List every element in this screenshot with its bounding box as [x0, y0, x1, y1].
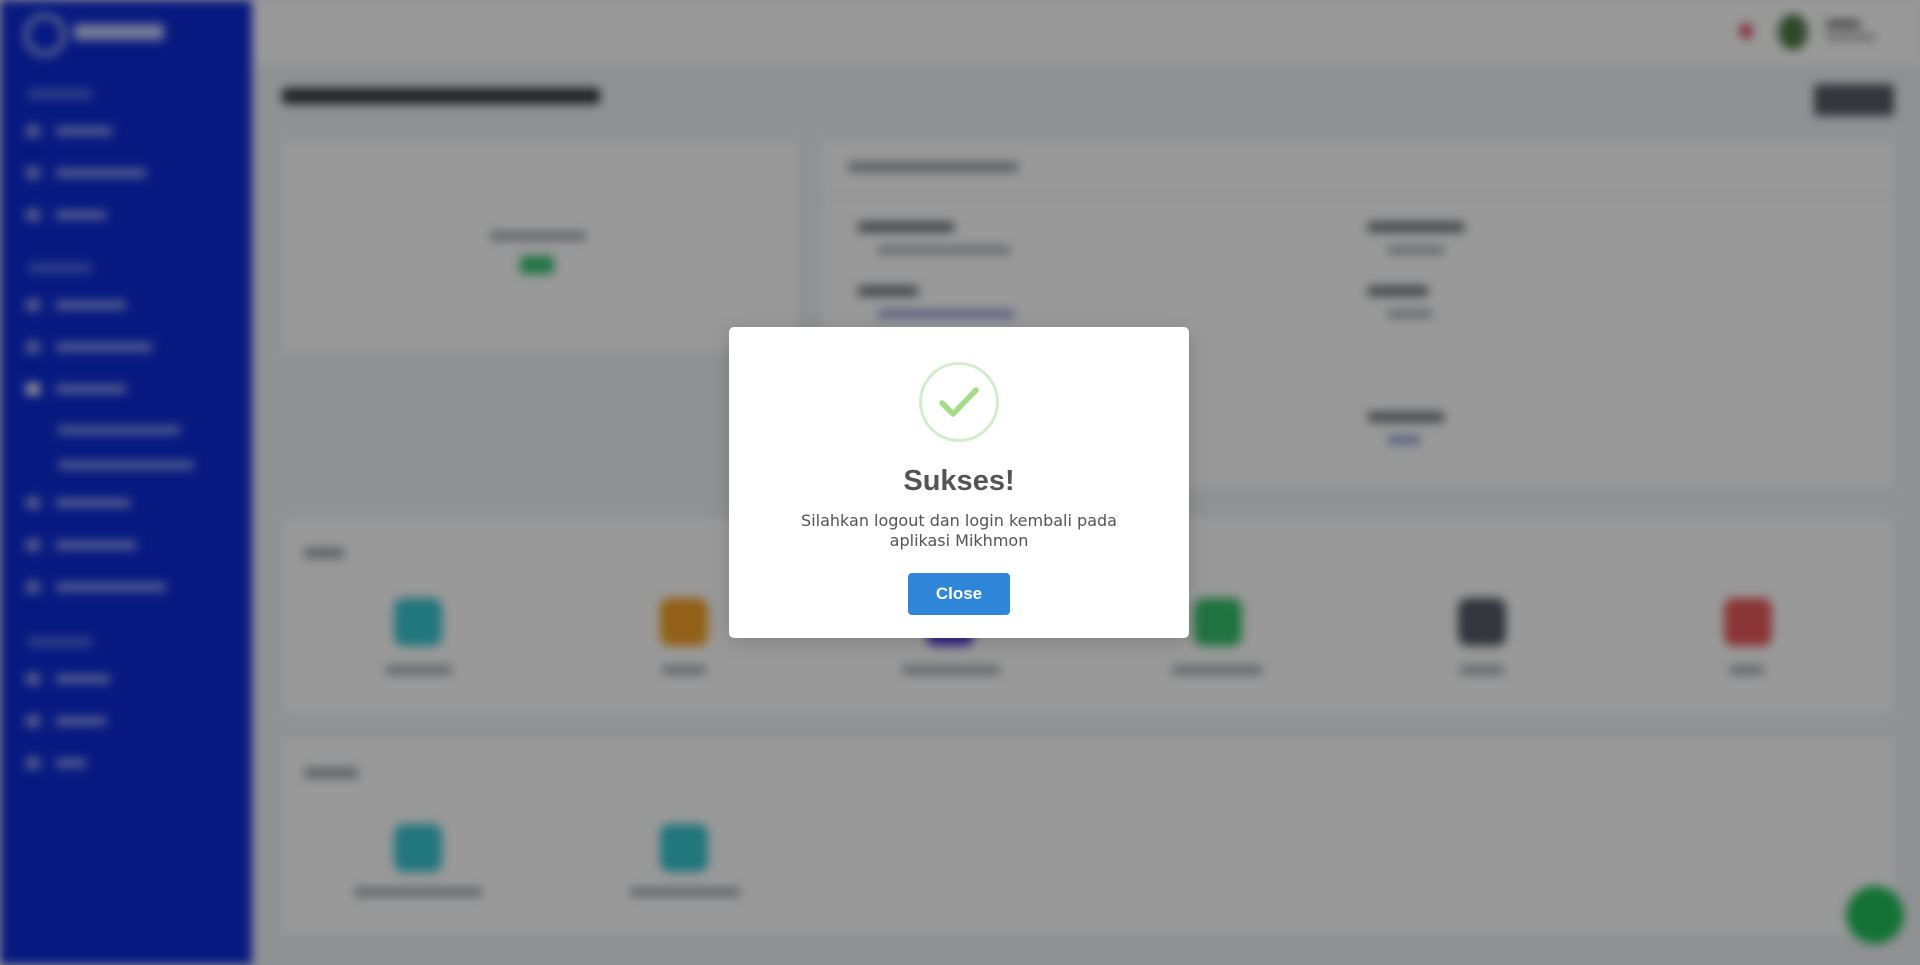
- close-button[interactable]: Close: [908, 573, 1010, 615]
- dialog-message: Silahkan logout dan login kembali pada a…: [801, 511, 1117, 550]
- success-checkmark-icon: [919, 362, 999, 442]
- success-dialog: Sukses! Silahkan logout dan login kembal…: [729, 327, 1189, 638]
- dialog-title: Sukses!: [903, 465, 1015, 497]
- screen: Sukses! Silahkan logout dan login kembal…: [0, 0, 1920, 965]
